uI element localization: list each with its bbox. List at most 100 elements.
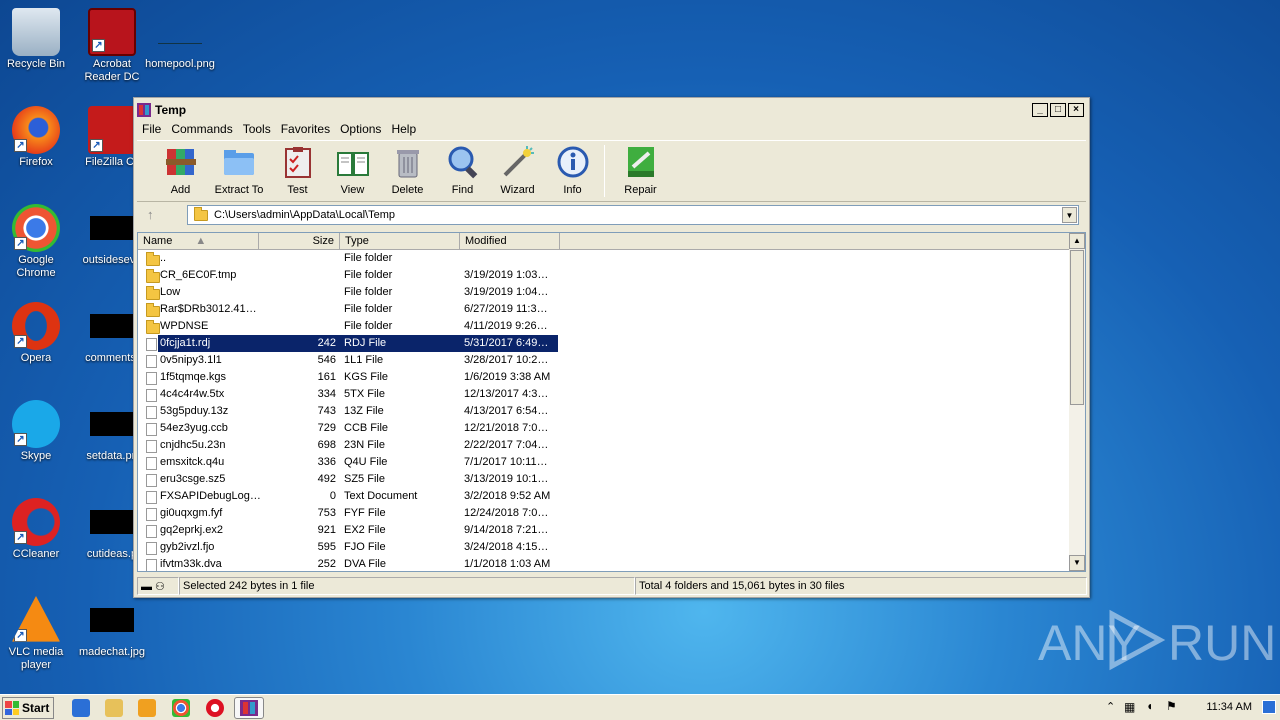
desktop-icon-label: homepool.png: [145, 58, 215, 70]
cell-type: EX2 File: [344, 524, 386, 536]
maximize-button[interactable]: □: [1050, 103, 1066, 117]
file-icon: [146, 508, 157, 521]
desktop-icon[interactable]: ↗ Firefox: [0, 106, 74, 169]
file-row[interactable]: .. File folder: [138, 250, 1070, 267]
title-bar[interactable]: Temp _ □ ×: [137, 101, 1086, 119]
shortcut-arrow-icon: ↗: [14, 629, 27, 642]
cell-size: 242: [317, 337, 336, 349]
cell-modified: 9/14/2018 7:21…: [464, 524, 549, 536]
menu-file[interactable]: File: [137, 122, 166, 136]
desktop-icon[interactable]: ↗ Skype: [0, 400, 74, 463]
cell-name: 0v5nipy3.1l1: [160, 354, 222, 366]
desktop-icon[interactable]: homepool.png: [142, 8, 218, 71]
cell-name: CR_6EC0F.tmp: [160, 269, 237, 281]
cell-modified: 12/21/2018 7:0…: [464, 422, 549, 434]
scroll-up-icon[interactable]: ▲: [1069, 233, 1085, 249]
window-title: Temp: [155, 103, 187, 117]
add-button[interactable]: Add: [153, 145, 208, 196]
desktop-icon[interactable]: ↗ CCleaner: [0, 498, 74, 561]
scroll-down-icon[interactable]: ▼: [1069, 555, 1085, 571]
image-file-icon: [90, 412, 134, 436]
menu-commands[interactable]: Commands: [166, 122, 237, 136]
file-row[interactable]: eru3csge.sz5 492 SZ5 File 3/13/2019 10:1…: [138, 471, 1070, 488]
chevron-down-icon[interactable]: ▼: [1062, 207, 1077, 223]
drive-icon: ▬ ⚇: [137, 577, 179, 595]
desktop-icon[interactable]: ↗ VLC media player: [0, 596, 74, 672]
file-icon: [146, 474, 157, 487]
col-type[interactable]: Type: [340, 233, 460, 249]
file-row[interactable]: WPDNSE File folder 4/11/2019 9:26…: [138, 318, 1070, 335]
test-button[interactable]: Test: [270, 145, 325, 196]
cell-modified: 6/27/2019 11:3…: [464, 303, 548, 315]
find-button[interactable]: Find: [435, 145, 490, 196]
col-size[interactable]: Size: [259, 233, 340, 249]
file-row[interactable]: Rar$DRb3012.41… File folder 6/27/2019 11:3…: [138, 301, 1070, 318]
scroll-thumb[interactable]: [1070, 250, 1084, 405]
show-desktop-button[interactable]: [1262, 700, 1276, 714]
file-row[interactable]: Low File folder 3/19/2019 1:04…: [138, 284, 1070, 301]
col-name[interactable]: Name ▲: [138, 233, 259, 249]
view-button[interactable]: View: [325, 145, 380, 196]
image-file-icon: [90, 608, 134, 632]
file-row[interactable]: 4c4c4r4w.5tx 334 5TX File 12/13/2017 4:3…: [138, 386, 1070, 403]
media-player-icon[interactable]: [138, 699, 156, 717]
desktop-icon[interactable]: madechat.jpg: [74, 596, 150, 659]
tray-expand-icon[interactable]: ⌃: [1106, 700, 1115, 713]
network-icon[interactable]: ▦: [1124, 700, 1135, 714]
file-row[interactable]: 0v5nipy3.1l1 546 1L1 File 3/28/2017 10:2…: [138, 352, 1070, 369]
file-row[interactable]: 53g5pduy.13z 743 13Z File 4/13/2017 6:54…: [138, 403, 1070, 420]
clock[interactable]: 11:34 AM: [1206, 701, 1252, 713]
cell-modified: 3/28/2017 10:2…: [464, 354, 549, 366]
start-button[interactable]: Start: [2, 697, 54, 719]
col-modified[interactable]: Modified: [460, 233, 560, 249]
desktop-icon[interactable]: ↗ Opera: [0, 302, 74, 365]
menu-tools[interactable]: Tools: [238, 122, 276, 136]
repair-icon: [627, 147, 654, 177]
ie-icon[interactable]: [72, 699, 90, 717]
file-row[interactable]: 54ez3yug.ccb 729 CCB File 12/21/2018 7:0…: [138, 420, 1070, 437]
path-combobox[interactable]: C:\Users\admin\AppData\Local\Temp ▼: [187, 205, 1079, 225]
menu-favorites[interactable]: Favorites: [276, 122, 335, 136]
file-row[interactable]: emsxitck.q4u 336 Q4U File 7/1/2017 10:11…: [138, 454, 1070, 471]
delete-button[interactable]: Delete: [380, 145, 435, 196]
opera-taskbar-icon[interactable]: [206, 699, 224, 717]
cell-size: 0: [329, 490, 336, 502]
file-row[interactable]: 1f5tqmqe.kgs 161 KGS File 1/6/2019 3:38 AM: [138, 369, 1070, 386]
desktop-icon[interactable]: Recycle Bin: [0, 8, 74, 71]
menu-options[interactable]: Options: [335, 122, 386, 136]
desktop-icon[interactable]: ↗ Google Chrome: [0, 204, 74, 280]
desktop-icon-label: madechat.jpg: [78, 646, 146, 658]
file-row[interactable]: gi0uqxgm.fyf 753 FYF File 12/24/2018 7:0…: [138, 505, 1070, 522]
extract-to-button[interactable]: Extract To: [208, 145, 270, 196]
volume-icon[interactable]: ◖: [1146, 699, 1153, 713]
svg-text:ANY: ANY: [1038, 615, 1141, 671]
file-row[interactable]: gyb2ivzl.fjo 595 FJO File 3/24/2018 4:15…: [138, 539, 1070, 556]
cell-name: FXSAPIDebugLog…: [160, 490, 260, 502]
minimize-button[interactable]: _: [1032, 103, 1048, 117]
close-button[interactable]: ×: [1068, 103, 1084, 117]
wizard-wand-icon: [503, 146, 534, 177]
file-icon: [146, 355, 157, 368]
winrar-taskbar-button[interactable]: [234, 697, 264, 719]
explorer-icon[interactable]: [105, 699, 123, 717]
wizard-button[interactable]: Wizard: [490, 145, 545, 196]
file-row[interactable]: cnjdhc5u.23n 698 23N File 2/22/2017 7:04…: [138, 437, 1070, 454]
info-button[interactable]: Info: [545, 145, 600, 196]
menu-help[interactable]: Help: [386, 122, 421, 136]
desktop-icon-label: Opera: [20, 352, 52, 364]
file-row[interactable]: FXSAPIDebugLog… 0 Text Document 3/2/2018 9:…: [138, 488, 1070, 505]
repair-button[interactable]: Repair: [613, 145, 668, 196]
chrome-taskbar-icon[interactable]: [172, 699, 190, 717]
cell-type: File folder: [344, 269, 393, 281]
action-center-flag-icon[interactable]: ⚑: [1166, 699, 1177, 713]
cell-type: File folder: [344, 303, 393, 315]
file-row[interactable]: CR_6EC0F.tmp File folder 3/19/2019 1:03…: [138, 267, 1070, 284]
file-row[interactable]: gq2eprkj.ex2 921 EX2 File 9/14/2018 7:21…: [138, 522, 1070, 539]
up-arrow-icon[interactable]: ↑: [147, 207, 154, 222]
file-row[interactable]: ifvtm33k.dva 252 DVA File 1/1/2018 1:03 AM: [138, 556, 1070, 571]
cell-type: File folder: [344, 286, 393, 298]
file-row[interactable]: 0fcjja1t.rdj 242 RDJ File 5/31/2017 6:49…: [138, 335, 1070, 352]
column-header: Name ▲ Size Type Modified: [138, 233, 1070, 250]
vertical-scrollbar[interactable]: ▲ ▼: [1069, 233, 1085, 571]
desktop-icon[interactable]: ↗ Acrobat Reader DC: [74, 8, 150, 84]
